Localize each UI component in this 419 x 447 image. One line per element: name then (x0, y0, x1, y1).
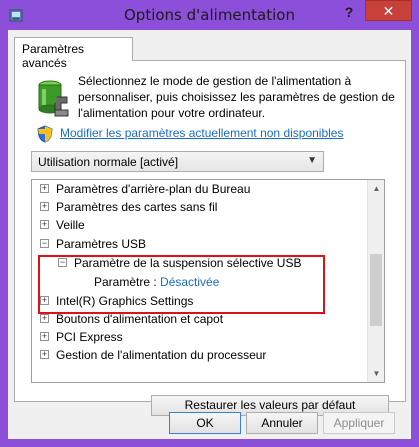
expand-icon[interactable]: + (40, 350, 49, 359)
tree-item-label: PCI Express (56, 330, 123, 344)
vertical-scrollbar[interactable]: ▲ ▼ (367, 180, 384, 382)
close-button[interactable]: ✕ (365, 0, 412, 21)
description-text: Sélectionnez le mode de gestion de l'ali… (78, 74, 395, 120)
highlight-box (38, 255, 325, 314)
settings-tree-content: + Paramètres d'arrière-plan du Bureau + … (32, 180, 367, 382)
expand-icon[interactable]: + (40, 184, 49, 193)
scrollbar-thumb[interactable] (370, 254, 382, 326)
expand-icon[interactable]: + (40, 220, 49, 229)
ok-button[interactable]: OK (169, 412, 241, 434)
tree-item-label: Gestion de l'alimentation du processeur (56, 348, 267, 362)
title-bar[interactable]: Options d'alimentation ? ✕ (0, 0, 419, 30)
apply-button[interactable]: Appliquer (323, 412, 395, 434)
scroll-down-icon[interactable]: ▼ (368, 365, 384, 382)
dialog-client-area: Paramètres avancés Sélectionnez le mode … (8, 30, 411, 439)
power-plan-dropdown[interactable]: Utilisation normale [activé] ▼ (31, 151, 324, 172)
tree-item-label: Paramètres des cartes sans fil (56, 200, 218, 214)
dialog-window: Options d'alimentation ? ✕ Paramètres av… (0, 0, 419, 447)
expand-icon[interactable]: + (40, 332, 49, 341)
battery-plan-icon (38, 80, 69, 117)
change-unavailable-settings-link[interactable]: Modifier les paramètres actuellement non… (60, 126, 343, 140)
tree-item-label: Veille (56, 218, 85, 232)
power-plan-dropdown-value: Utilisation normale [activé] (38, 155, 179, 169)
tree-item-label: Paramètres USB (56, 237, 147, 251)
settings-tree[interactable]: + Paramètres d'arrière-plan du Bureau + … (31, 179, 385, 383)
dropdown-chevron-icon: ▼ (307, 155, 317, 166)
scroll-up-icon[interactable]: ▲ (368, 180, 384, 197)
expand-icon[interactable]: + (40, 202, 49, 211)
uac-shield-icon (37, 125, 53, 143)
tab-advanced-settings[interactable]: Paramètres avancés (14, 37, 133, 70)
tab-panel: Sélectionnez le mode de gestion de l'ali… (14, 60, 406, 416)
help-button[interactable]: ? (336, 2, 362, 22)
tree-item-label: Paramètres d'arrière-plan du Bureau (56, 182, 251, 196)
cancel-button[interactable]: Annuler (246, 412, 318, 434)
collapse-icon[interactable]: − (40, 239, 49, 248)
expand-icon[interactable]: + (40, 314, 49, 323)
